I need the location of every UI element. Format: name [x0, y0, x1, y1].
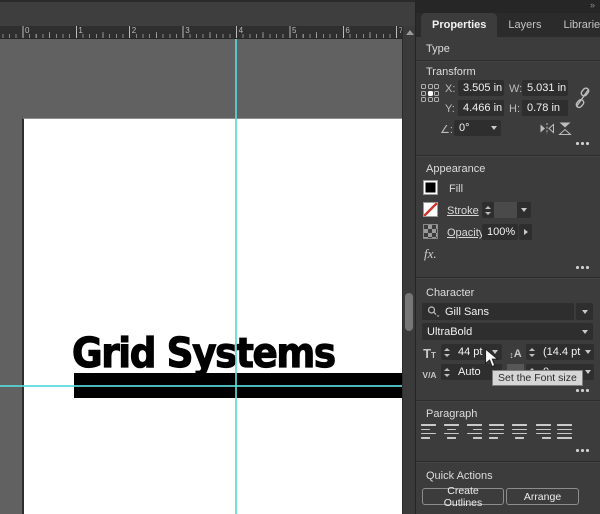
justify-center-icon[interactable]	[512, 423, 528, 440]
fill-label: Fill	[449, 183, 463, 195]
panel-collapse-icon[interactable]: »	[590, 0, 594, 10]
align-center-icon[interactable]	[444, 423, 460, 440]
stroke-weight-input[interactable]	[494, 202, 517, 218]
fill-color-swatch[interactable]	[423, 180, 438, 195]
stroke-weight-stepper[interactable]	[482, 202, 494, 218]
stroke-color-swatch[interactable]	[423, 202, 438, 217]
tab-properties[interactable]: Properties	[421, 13, 497, 37]
stroke-panel-link[interactable]: Stroke	[447, 205, 479, 217]
opacity-input[interactable]: 100%	[482, 224, 518, 240]
vertical-guide[interactable]	[235, 39, 237, 514]
font-size-icon: TT	[421, 344, 438, 360]
y-input[interactable]: 4.466 in	[458, 100, 504, 116]
arrange-button[interactable]: Arrange	[506, 488, 579, 505]
section-divider	[416, 60, 600, 61]
font-family-combo[interactable]: Gill Sans	[422, 303, 574, 320]
align-right-icon[interactable]	[466, 423, 482, 440]
x-input[interactable]: 3.505 in	[458, 80, 504, 96]
section-divider	[416, 461, 600, 462]
fx-effects-button[interactable]: fx.	[424, 246, 437, 262]
tracking-dropdown-icon[interactable]	[582, 364, 594, 380]
ruler-label: 6	[345, 26, 349, 35]
canvas-top-bar	[0, 0, 415, 26]
headline-text-object[interactable]: Grid Systems	[72, 333, 335, 374]
font-size-stepper[interactable]	[441, 344, 453, 360]
font-family-value: Gill Sans	[445, 306, 489, 318]
x-label: X:	[445, 83, 455, 95]
leading-icon: ↕A	[507, 344, 524, 360]
stroke-weight-dropdown-icon[interactable]	[517, 202, 531, 218]
scrollbar-thumb[interactable]	[405, 293, 413, 331]
appearance-more-options-icon[interactable]	[576, 266, 579, 269]
w-input[interactable]: 5.031 in	[522, 80, 568, 96]
leading-input[interactable]: (14.4 pt	[538, 344, 582, 360]
ruler-label: 2	[132, 26, 136, 35]
font-family-dropdown-icon[interactable]	[576, 303, 593, 320]
opacity-panel-link[interactable]: Opacity	[447, 227, 484, 239]
leading-stepper[interactable]	[526, 344, 538, 360]
canvas-pasteboard[interactable]: Grid Systems	[0, 39, 402, 514]
section-divider	[416, 400, 600, 401]
scroll-up-arrow-icon[interactable]	[406, 30, 414, 35]
y-label: Y:	[445, 103, 455, 115]
kerning-stepper[interactable]	[441, 364, 453, 380]
appearance-section-title: Appearance	[426, 163, 485, 175]
leading-dropdown-icon[interactable]	[582, 344, 594, 360]
flip-vertical-icon[interactable]	[558, 121, 572, 136]
transform-section-title: Transform	[426, 66, 476, 78]
horizontal-ruler[interactable]: 01234567	[0, 26, 402, 39]
vertical-scrollbar[interactable]	[402, 26, 415, 514]
justify-left-icon[interactable]	[489, 423, 505, 440]
opacity-expand-arrow-icon[interactable]	[519, 224, 532, 240]
ruler-label: 1	[78, 26, 82, 35]
ruler-label: 4	[239, 26, 243, 35]
kerning-input[interactable]: Auto	[453, 364, 488, 380]
properties-panel: » Properties Layers Libraries Type Trans…	[415, 0, 600, 514]
section-divider	[416, 155, 600, 156]
tooltip: Set the Font size	[492, 370, 583, 386]
constrain-proportions-broken-link-icon[interactable]	[574, 86, 591, 110]
flip-horizontal-icon[interactable]	[539, 122, 555, 135]
character-section-title: Character	[426, 287, 474, 299]
selection-type-label: Type	[426, 43, 450, 55]
tab-libraries[interactable]: Libraries	[552, 13, 600, 37]
rotate-angle-dropdown-icon[interactable]	[487, 120, 501, 136]
paragraph-section-title: Paragraph	[426, 408, 477, 420]
character-more-options-icon[interactable]	[576, 389, 579, 392]
horizontal-guide[interactable]	[0, 385, 402, 387]
transform-more-options-icon[interactable]	[576, 142, 579, 145]
ruler-ticks-major	[0, 26, 402, 38]
font-search-icon	[427, 306, 440, 317]
ruler-label: 3	[185, 26, 189, 35]
w-label: W:	[509, 83, 522, 95]
font-style-combo[interactable]: UltraBold	[422, 323, 577, 340]
justify-right-icon[interactable]	[535, 423, 551, 440]
create-outlines-button[interactable]: Create Outlines	[422, 488, 504, 505]
kerning-icon: V/A	[421, 364, 438, 380]
paragraph-more-options-icon[interactable]	[576, 449, 579, 452]
mouse-cursor-icon	[484, 348, 500, 369]
tab-layers[interactable]: Layers	[497, 13, 552, 37]
justify-all-icon[interactable]	[557, 423, 573, 440]
artboard[interactable]	[22, 118, 402, 514]
opacity-checkerboard-icon	[423, 224, 438, 239]
font-size-input[interactable]: 44 pt	[453, 344, 488, 360]
panel-header-strip: »	[416, 0, 600, 13]
align-left-icon[interactable]	[421, 423, 437, 440]
ruler-label: 5	[292, 26, 296, 35]
font-style-dropdown-icon[interactable]	[577, 323, 593, 340]
section-divider	[416, 277, 600, 278]
h-input[interactable]: 0.78 in	[522, 100, 568, 116]
panel-tab-bar: Properties Layers Libraries	[416, 13, 600, 37]
h-label: H:	[509, 103, 520, 115]
ruler-label: 0	[25, 26, 29, 35]
quick-actions-section-title: Quick Actions	[426, 470, 493, 482]
rotate-angle-label: ∠:	[440, 123, 453, 136]
rotate-angle-input[interactable]: 0°	[454, 120, 487, 136]
reference-point-grid[interactable]	[421, 84, 439, 102]
